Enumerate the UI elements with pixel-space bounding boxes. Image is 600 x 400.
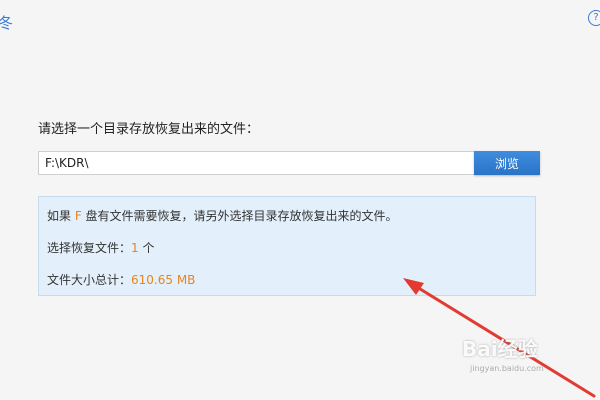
- baidu-jingyan-watermark: Bai经验: [462, 337, 538, 361]
- directory-prompt-label: 请选择一个目录存放恢复出来的文件：: [38, 122, 260, 137]
- selected-files-count: 1: [131, 241, 139, 255]
- total-size-text: 文件大小总计：610.65 MB: [47, 272, 195, 288]
- warning-suffix: 盘有文件需要恢复，请另外选择目录存放恢复出来的文件。: [81, 209, 398, 223]
- total-size-label: 文件大小总计：: [47, 273, 132, 287]
- selected-files-text: 选择恢复文件：1 个: [47, 240, 154, 256]
- save-path-input[interactable]: [38, 151, 486, 175]
- browse-button[interactable]: 浏览: [474, 151, 540, 175]
- warning-prefix: 如果: [47, 209, 75, 223]
- selected-files-unit: 个: [138, 241, 155, 255]
- selected-files-label: 选择恢复文件：: [47, 241, 132, 255]
- drive-letter: F: [74, 209, 82, 223]
- drive-warning-text: 如果 F 盘有文件需要恢复，请另外选择目录存放恢复出来的文件。: [47, 208, 398, 224]
- watermark-url: jingyan.baidu.com: [470, 364, 544, 373]
- partial-left-label[interactable]: 冬: [0, 14, 13, 32]
- recovery-info-panel: 如果 F 盘有文件需要恢复，请另外选择目录存放恢复出来的文件。 选择恢复文件：1…: [38, 196, 536, 296]
- total-size-value: 610.65 MB: [131, 273, 196, 287]
- help-icon[interactable]: ?: [588, 10, 600, 26]
